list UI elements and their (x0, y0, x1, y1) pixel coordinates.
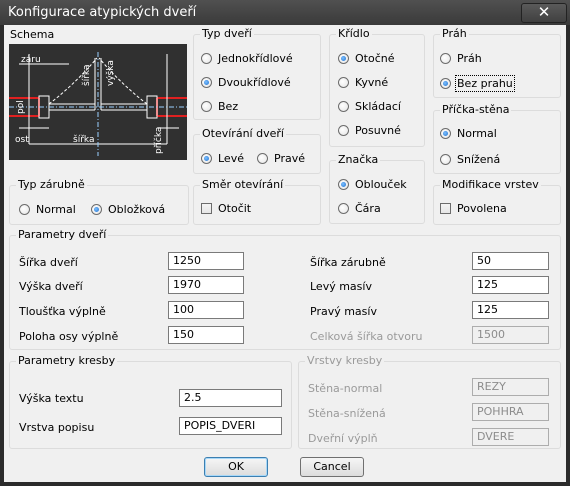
radio-leve-label: Levé (218, 152, 244, 165)
radio-bez-label: Bez (218, 100, 239, 113)
radio-zarubne-oblozkova[interactable] (91, 204, 102, 215)
pravy-masiv-input[interactable]: 125 (472, 301, 549, 319)
checkbox-otocit-label: Otočit (218, 202, 252, 215)
vrstvy-kresby-label: Vrstvy kresby (305, 354, 385, 367)
radio-jednokridlove[interactable] (201, 53, 212, 64)
radio-posuvne[interactable] (338, 125, 349, 136)
radio-bez-prahu-label: Bez prahu (455, 75, 515, 92)
radio-posuvne-label: Posuvné (355, 124, 401, 137)
znacka-label: Značka (336, 153, 381, 166)
vrstva-popisu-label: Vrstva popisu (19, 421, 95, 434)
tloustka-vyplne-input[interactable]: 100 (168, 301, 244, 319)
radio-pricka-normal-label: Normal (457, 127, 497, 140)
dverni-vypln-label: Dveřní výplň (308, 432, 378, 445)
checkbox-povolena-label: Povolena (457, 202, 507, 215)
radio-bez[interactable] (201, 101, 212, 112)
schema-text-zaru: záru (21, 55, 41, 65)
radio-leve[interactable] (201, 153, 212, 164)
cancel-button[interactable]: Cancel (300, 457, 364, 477)
radio-prah[interactable] (440, 53, 451, 64)
stena-snizena-label: Stěna-snížená (308, 407, 386, 420)
levy-masiv-label: Levý masív (310, 280, 372, 293)
radio-dvoukridlove-label: Dvoukřídlové (218, 76, 291, 89)
schema-text-vyska: výška (105, 60, 116, 86)
radio-pricka-snizena-label: Snížená (457, 153, 501, 166)
stena-snizena-input: POHHRA (472, 403, 549, 421)
schema-text-ost: ost (15, 135, 29, 145)
radio-oblouček-label: Oblouček (355, 178, 407, 191)
radio-cara-label: Čára (355, 202, 381, 215)
parametry-kresby-label: Parametry kresby (16, 354, 118, 367)
radio-kyvne[interactable] (338, 77, 349, 88)
checkbox-otocit[interactable] (201, 203, 212, 214)
levy-masiv-input[interactable]: 125 (472, 276, 549, 294)
tloustka-vyplne-label: Tloušťka výplně (19, 305, 106, 318)
radio-prave-label: Pravé (274, 152, 305, 165)
radio-prah-label: Práh (457, 52, 482, 65)
radio-pricka-normal[interactable] (440, 128, 451, 139)
radio-cara[interactable] (338, 203, 349, 214)
vyska-dveri-label: Výška dveří (19, 280, 83, 293)
typ-zarubne-label: Typ zárubně (16, 178, 87, 191)
radio-dvoukridlove[interactable] (201, 77, 212, 88)
schema-text-pricka: příčka (153, 127, 164, 154)
modifikace-label: Modifikace vrstev (440, 178, 541, 191)
poloha-osy-label: Poloha osy výplně (19, 330, 119, 343)
vrstva-popisu-input[interactable]: POPIS_DVERI (179, 417, 282, 435)
parametry-dveri-label: Parametry dveří (16, 228, 109, 241)
smer-otevirani-group (193, 185, 321, 225)
radio-prave[interactable] (257, 153, 268, 164)
kridlo-label: Křídlo (336, 27, 372, 40)
dverni-vypln-input: DVERE (472, 428, 549, 446)
radio-skladaci-label: Skládací (355, 100, 401, 113)
schema-svg: záru šířka výška pol ost šířka příčka (9, 52, 187, 156)
radio-otocne-label: Otočné (355, 52, 395, 65)
vyska-textu-label: Výška textu (19, 392, 84, 405)
smer-otevirani-label: Směr otevírání (200, 178, 286, 191)
prah-label: Práh (440, 27, 469, 40)
schema-text-sirka-bottom: šířka (73, 134, 94, 145)
radio-skladaci[interactable] (338, 101, 349, 112)
radio-zarubne-normal-label: Normal (36, 203, 76, 216)
door-schema-drawing: záru šířka výška pol ost šířka příčka (9, 44, 187, 160)
close-icon: ✕ (537, 3, 551, 21)
window-title: Konfigurace atypických dveří (8, 5, 197, 20)
radio-kyvne-label: Kyvné (355, 76, 389, 89)
typ-dveri-label: Typ dveří (200, 27, 254, 40)
stena-normal-label: Stěna-normal (308, 382, 383, 395)
radio-jednokridlove-label: Jednokřídlové (218, 52, 293, 65)
celkova-sirka-input: 1500 (472, 326, 549, 344)
stena-normal-input: REZY (472, 378, 549, 396)
vyska-textu-input[interactable]: 2.5 (179, 389, 282, 407)
radio-oblouček[interactable] (338, 179, 349, 190)
radio-pricka-snizena[interactable] (440, 154, 451, 165)
sirka-dveri-input[interactable]: 1250 (168, 252, 244, 270)
sirka-dveri-label: Šířka dveří (19, 256, 78, 269)
sirka-zarubne-label: Šířka zárubně (310, 256, 386, 269)
schema-label: Schema (10, 28, 55, 41)
sirka-zarubne-input[interactable]: 50 (472, 252, 549, 270)
ok-button[interactable]: OK (204, 457, 268, 477)
radio-otocne[interactable] (338, 53, 349, 64)
title-bar: Konfigurace atypických dveří ✕ (0, 0, 570, 25)
vyska-dveri-input[interactable]: 1970 (168, 276, 244, 294)
otevirani-label: Otevírání dveří (200, 127, 286, 140)
schema-text-pol: pol (16, 100, 26, 114)
radio-bez-prahu[interactable] (440, 78, 451, 89)
radio-zarubne-oblozkova-label: Obložková (108, 203, 166, 216)
dialog-client-area: Schema záru šířka výška pol ost šířka př… (4, 25, 566, 482)
radio-zarubne-normal[interactable] (19, 204, 30, 215)
pricka-stena-label: Příčka-stěna (440, 103, 512, 116)
celkova-sirka-label: Celková šířka otvoru (310, 330, 423, 343)
schema-text-sirka-top: šířka (81, 65, 92, 86)
pravy-masiv-label: Pravý masív (310, 305, 377, 318)
checkbox-povolena[interactable] (440, 203, 451, 214)
close-button[interactable]: ✕ (521, 3, 567, 23)
poloha-osy-input[interactable]: 150 (168, 326, 244, 344)
